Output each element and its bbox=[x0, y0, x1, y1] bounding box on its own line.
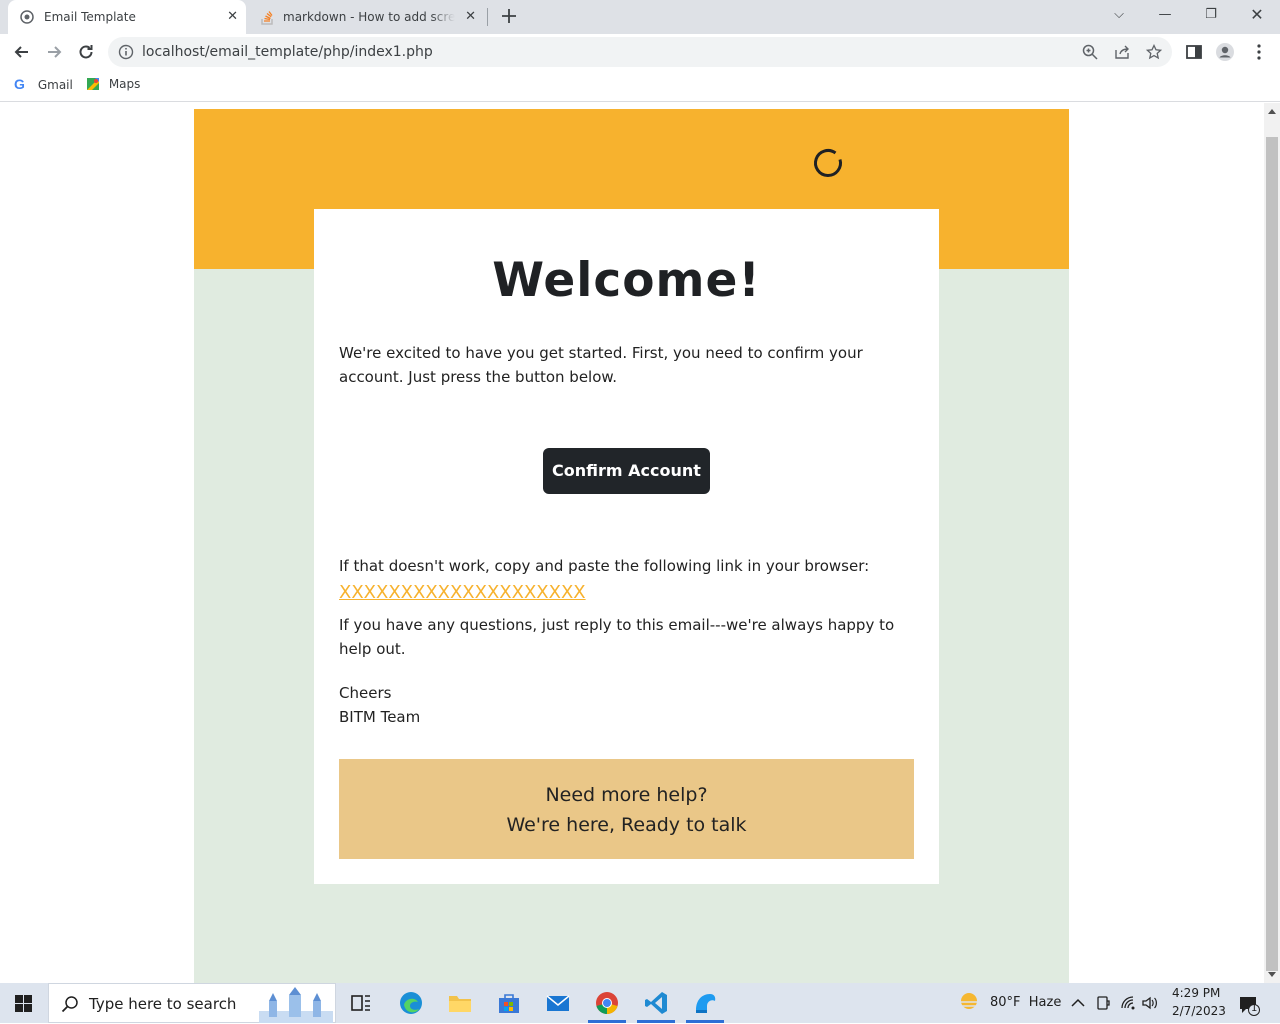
reload-icon[interactable] bbox=[76, 42, 96, 62]
browser-toolbar: localhost/email_template/php/index1.php bbox=[0, 34, 1280, 70]
back-icon[interactable] bbox=[12, 42, 32, 62]
page-viewport: Welcome! We're excited to have you get s… bbox=[0, 103, 1264, 983]
menu-icon[interactable] bbox=[1249, 42, 1269, 62]
team-name: BITM Team bbox=[339, 708, 421, 726]
chevron-up-icon[interactable] bbox=[1071, 998, 1085, 1008]
url-text: localhost/email_template/php/index1.php bbox=[142, 44, 433, 60]
scroll-down-icon[interactable] bbox=[1268, 972, 1276, 977]
help-box: Need more help? We're here, Ready to tal… bbox=[339, 759, 914, 859]
bookmark-gmail[interactable]: G Gmail bbox=[14, 70, 73, 98]
clock-date[interactable]: 2/7/2023 bbox=[1172, 1004, 1226, 1018]
confirm-link[interactable]: XXXXXXXXXXXXXXXXXXXX bbox=[339, 582, 586, 603]
loading-spinner-icon bbox=[814, 149, 842, 177]
bookmark-label: Maps bbox=[108, 77, 141, 91]
mail-icon[interactable] bbox=[545, 990, 571, 1016]
close-tab-icon[interactable]: ✕ bbox=[227, 0, 238, 34]
bookmark-maps[interactable]: Maps bbox=[86, 70, 140, 98]
intro-text: We're excited to have you get started. F… bbox=[339, 344, 863, 386]
minimize-icon[interactable]: — bbox=[1142, 0, 1188, 30]
search-icon bbox=[61, 996, 78, 1013]
share-icon[interactable] bbox=[1114, 44, 1130, 60]
castle-illustration-icon bbox=[259, 987, 333, 1023]
close-window-icon[interactable]: ✕ bbox=[1234, 0, 1280, 30]
chrome-icon[interactable] bbox=[594, 990, 620, 1016]
tab-markdown[interactable]: markdown - How to add screensh ✕ bbox=[250, 0, 486, 34]
new-tab-icon[interactable] bbox=[500, 7, 518, 25]
meet-now-icon[interactable] bbox=[1096, 995, 1110, 1011]
signoff-text: Cheers bbox=[339, 684, 392, 702]
restore-icon[interactable]: ❐ bbox=[1188, 0, 1234, 30]
microsoft-store-icon[interactable] bbox=[496, 990, 522, 1016]
tab-email-template[interactable]: Email Template ✕ bbox=[8, 0, 246, 34]
wifi-icon[interactable] bbox=[1120, 995, 1136, 1011]
vscode-icon[interactable] bbox=[643, 990, 669, 1016]
tab-separator bbox=[487, 8, 488, 26]
file-explorer-icon[interactable] bbox=[447, 990, 473, 1016]
confirm-account-button[interactable]: Confirm Account bbox=[543, 448, 710, 494]
info-icon[interactable] bbox=[118, 44, 134, 60]
questions-text: If you have any questions, just reply to… bbox=[339, 616, 895, 658]
taskbar-search-box[interactable]: Type here to search bbox=[48, 983, 336, 1023]
side-panel-icon[interactable] bbox=[1184, 42, 1204, 62]
windows-start-icon[interactable] bbox=[15, 995, 32, 1012]
bookmark-label: Gmail bbox=[37, 78, 73, 92]
notification-count: 1 bbox=[1251, 1003, 1258, 1014]
scroll-up-icon[interactable] bbox=[1268, 109, 1276, 114]
fallback-text: If that doesn't work, copy and paste the… bbox=[339, 557, 870, 575]
bookmarks-bar: G Gmail Maps bbox=[0, 70, 1280, 102]
bookmark-star-icon[interactable] bbox=[1146, 44, 1162, 60]
forward-icon[interactable] bbox=[44, 42, 64, 62]
help-line-1: Need more help? bbox=[545, 784, 708, 806]
weather-haze-icon[interactable] bbox=[956, 991, 982, 1015]
stackoverflow-icon bbox=[261, 11, 273, 25]
search-placeholder: Type here to search bbox=[89, 995, 237, 1013]
task-view-icon[interactable] bbox=[348, 990, 374, 1016]
windows-taskbar: Type here to search 80°F Haze 4:29 PM 2/… bbox=[0, 983, 1280, 1023]
clock-time[interactable]: 4:29 PM bbox=[1172, 986, 1220, 1000]
tab-title: Email Template bbox=[44, 10, 136, 24]
scrollbar-thumb[interactable] bbox=[1266, 137, 1278, 971]
tab-search-icon[interactable]: ⌵ bbox=[1096, 0, 1142, 30]
app-icon[interactable] bbox=[692, 990, 718, 1016]
zoom-icon[interactable] bbox=[1082, 44, 1098, 60]
volume-icon[interactable] bbox=[1141, 995, 1159, 1011]
close-tab-icon[interactable]: ✕ bbox=[465, 0, 476, 34]
page-scrollbar[interactable] bbox=[1264, 103, 1280, 983]
tab-strip: Email Template ✕ markdown - How to add s… bbox=[0, 0, 1280, 34]
google-icon: G bbox=[14, 76, 25, 92]
weather-text[interactable]: 80°F Haze bbox=[990, 995, 1061, 1010]
tab-title: markdown - How to add screensh bbox=[283, 0, 455, 34]
address-bar[interactable]: localhost/email_template/php/index1.php bbox=[108, 37, 1172, 67]
edge-icon[interactable] bbox=[398, 990, 424, 1016]
profile-avatar-icon[interactable] bbox=[1215, 42, 1235, 62]
email-card: Welcome! We're excited to have you get s… bbox=[314, 209, 939, 884]
globe-icon bbox=[20, 10, 34, 24]
welcome-heading: Welcome! bbox=[492, 253, 761, 308]
help-line-2: We're here, Ready to talk bbox=[506, 814, 747, 836]
maps-icon bbox=[87, 78, 99, 90]
